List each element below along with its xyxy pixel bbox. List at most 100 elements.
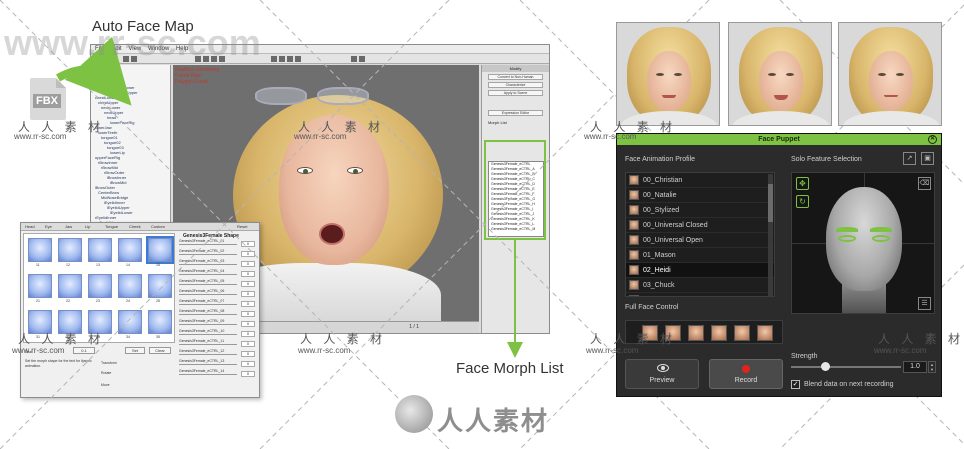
expression-thumbnail[interactable] — [148, 310, 172, 334]
strength-slider-knob[interactable] — [821, 362, 830, 371]
morph-slider-value[interactable]: 0 — [241, 311, 255, 317]
pan-icon[interactable] — [287, 56, 293, 62]
face-preset-icon[interactable] — [688, 325, 704, 341]
profile-scrollbar[interactable] — [768, 174, 773, 296]
morph-slider[interactable] — [179, 324, 237, 325]
expression-thumbnail[interactable] — [58, 274, 82, 298]
expression-thumbnail[interactable] — [28, 238, 52, 262]
expression-thumbnail[interactable] — [118, 310, 142, 334]
blend-checkbox[interactable]: ✓ — [791, 380, 800, 389]
profile-item[interactable]: 03_Chuck — [626, 278, 774, 293]
expression-thumbnail[interactable] — [146, 236, 174, 264]
morph-slider-value[interactable]: 0 — [241, 371, 255, 377]
clear-button[interactable]: Clear — [149, 347, 171, 354]
expression-thumbnail[interactable] — [58, 238, 82, 262]
eraser-icon[interactable]: ⌫ — [918, 177, 931, 190]
tab-jaw[interactable]: Jaw — [65, 224, 72, 229]
expression-thumbnail-label: 21 — [36, 299, 40, 303]
record-button[interactable]: Record — [709, 359, 783, 389]
profile-item[interactable]: 00_Natalie — [626, 188, 774, 203]
morph-slider[interactable] — [179, 314, 237, 315]
zoom-icon[interactable] — [279, 56, 285, 62]
reset-button[interactable]: Reset — [237, 224, 247, 229]
rotate-tool-icon[interactable]: ↻ — [796, 195, 809, 208]
morph-slider[interactable] — [179, 284, 237, 285]
right-eye-selection[interactable] — [872, 235, 890, 242]
strength-spinner[interactable]: ▲ ▼ — [928, 361, 936, 373]
left-brow-selection[interactable] — [836, 227, 858, 232]
right-brow-selection[interactable] — [870, 227, 892, 232]
tab-head[interactable]: Head — [25, 224, 35, 229]
morph-slider-name: Genesis3Female_eCTRL_01 — [179, 239, 225, 243]
close-icon[interactable]: ✕ — [928, 135, 937, 144]
profile-avatar-icon — [629, 250, 639, 260]
morph-slider-value[interactable]: 0 — [241, 281, 255, 287]
morph-slider[interactable] — [179, 364, 237, 365]
camera-icon[interactable] — [271, 56, 277, 62]
characterize-button[interactable]: Characterize — [488, 82, 543, 88]
morph-slider[interactable] — [179, 274, 237, 275]
expression-thumbnail[interactable] — [148, 274, 172, 298]
morph-slider-value[interactable]: 0 — [241, 331, 255, 337]
tab-tongue[interactable]: Tongue — [105, 224, 118, 229]
morph-slider[interactable] — [179, 304, 237, 305]
render-icon[interactable] — [351, 56, 357, 62]
face-preset-icon[interactable] — [734, 325, 750, 341]
fbx-label: FBX — [33, 94, 61, 108]
morph-slider[interactable] — [179, 354, 237, 355]
morph-slider-value[interactable]: 0 — [241, 251, 255, 257]
orbit-icon[interactable] — [295, 56, 301, 62]
morph-slider-value[interactable]: 0 — [241, 301, 255, 307]
eye-icon — [657, 364, 669, 372]
morph-slider-value[interactable]: 0 — [241, 241, 255, 247]
morph-slider-value[interactable]: 0 — [241, 361, 255, 367]
solo-feature-view[interactable]: ✥ ↻ ⌫ ☰ — [791, 172, 935, 314]
expression-thumbnail[interactable] — [88, 238, 112, 262]
preview-button[interactable]: Preview — [625, 359, 699, 389]
tab-eye[interactable]: Eye — [45, 224, 52, 229]
morph-slider-value[interactable]: 0 — [241, 351, 255, 357]
profile-item[interactable]: 00_Christian — [626, 173, 774, 188]
profile-item[interactable]: 00_Stylized — [626, 203, 774, 218]
light-icon[interactable] — [359, 56, 365, 62]
expression-thumbnail[interactable] — [118, 238, 142, 262]
morph-slider-name: Genesis3Female_eCTRL_12 — [179, 349, 225, 353]
morph-slider[interactable] — [179, 344, 237, 345]
morph-slider[interactable] — [179, 334, 237, 335]
value-field[interactable]: 0.1 — [73, 347, 95, 354]
list-icon[interactable]: ☰ — [918, 297, 931, 310]
convert-button[interactable]: Convert to Non-Human — [488, 74, 543, 80]
morph-slider[interactable] — [179, 294, 237, 295]
morph-slider-value[interactable]: 0 — [241, 291, 255, 297]
profile-item[interactable]: 00_Universal Closed — [626, 218, 774, 233]
profile-item[interactable]: 00_Universal Open — [626, 233, 774, 248]
morph-slider[interactable] — [179, 244, 237, 245]
apply-button[interactable]: Apply to Scene — [488, 90, 543, 96]
profile-item[interactable]: 04_Gwynn — [626, 293, 774, 296]
expression-editor-button[interactable]: Expression Editor — [488, 110, 543, 116]
strength-value-field[interactable]: 1.0 — [903, 361, 927, 373]
morph-slider-value[interactable]: 0 — [241, 321, 255, 327]
morph-slider[interactable] — [179, 264, 237, 265]
tab-cheek[interactable]: Cheek — [129, 224, 141, 229]
morph-slider-value[interactable]: 0 — [241, 261, 255, 267]
expression-thumbnail[interactable] — [28, 274, 52, 298]
expression-thumbnail[interactable] — [118, 274, 142, 298]
profile-item[interactable]: 01_Mason — [626, 248, 774, 263]
face-preset-icon[interactable] — [711, 325, 727, 341]
face-preset-icon[interactable] — [757, 325, 773, 341]
morph-slider-value[interactable]: 0 — [241, 341, 255, 347]
expression-thumbnail[interactable] — [88, 274, 112, 298]
save-icon[interactable]: ▣ — [921, 152, 934, 165]
strength-slider[interactable] — [791, 362, 901, 371]
set-button[interactable]: Set — [125, 347, 145, 354]
morph-slider[interactable] — [179, 254, 237, 255]
export-icon[interactable]: ↗ — [903, 152, 916, 165]
morph-slider[interactable] — [179, 374, 237, 375]
tab-custom[interactable]: Custom — [151, 224, 165, 229]
morph-slider-value[interactable]: 0 — [241, 271, 255, 277]
transform-tool-icon[interactable]: ✥ — [796, 177, 809, 190]
tab-lip[interactable]: Lip — [85, 224, 90, 229]
left-eye-selection[interactable] — [838, 235, 856, 242]
profile-item[interactable]: 02_Heidi — [626, 263, 774, 278]
